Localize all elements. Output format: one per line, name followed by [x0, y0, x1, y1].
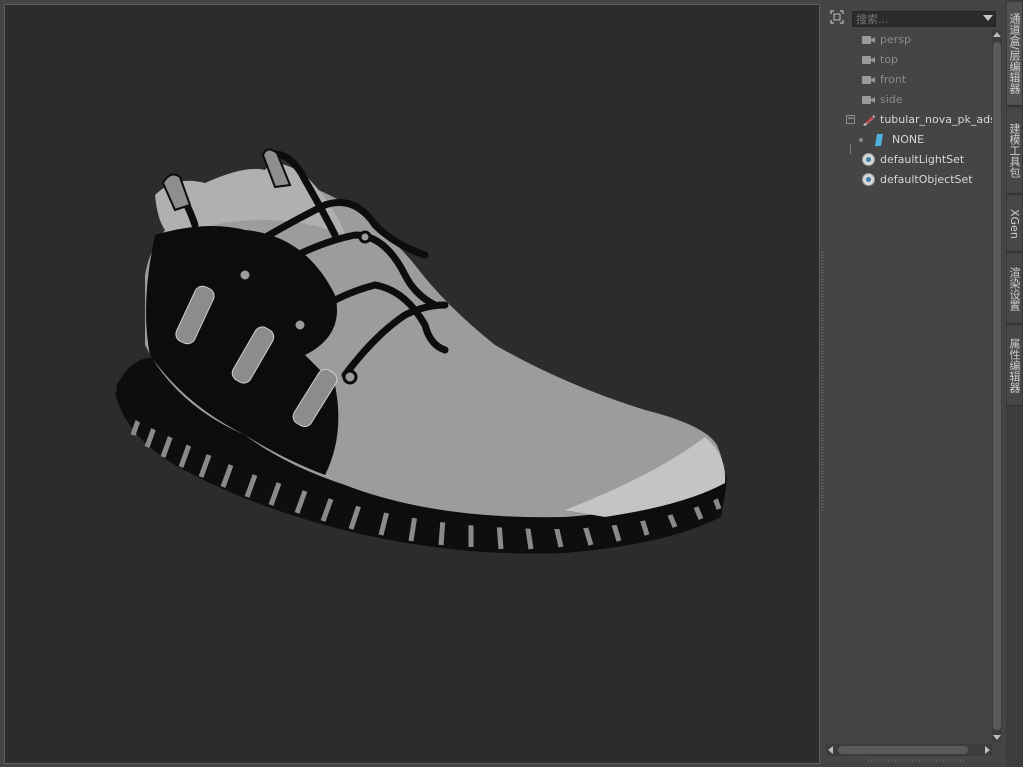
horizontal-scrollbar[interactable]: [826, 744, 992, 756]
tree-node-dot: [859, 138, 863, 142]
outliner-item-top[interactable]: top: [826, 50, 992, 70]
outliner-panel: persp top front side − tubular_nova_pk_a…: [826, 4, 1004, 763]
search-dropdown-icon[interactable]: [983, 15, 993, 21]
3d-viewport[interactable]: [4, 4, 820, 764]
search-input[interactable]: [852, 11, 996, 27]
outliner-item-label: defaultObjectSet: [880, 173, 973, 186]
outliner-item-label: front: [880, 73, 907, 86]
scroll-left-icon[interactable]: [828, 746, 833, 754]
object-set-icon: [862, 173, 875, 186]
outliner-item-label: NONE: [892, 133, 925, 146]
object-set-icon: [862, 153, 875, 166]
panel-splitter[interactable]: [821, 250, 824, 510]
outliner-item-label: top: [880, 53, 899, 66]
outliner-item-front[interactable]: front: [826, 70, 992, 90]
outliner-item-side[interactable]: side: [826, 90, 992, 110]
outliner-tree: persp top front side − tubular_nova_pk_a…: [826, 30, 996, 730]
vertical-scrollbar[interactable]: [992, 30, 1002, 742]
camera-icon: [862, 96, 875, 104]
outliner-item-default-object-set[interactable]: defaultObjectSet: [826, 170, 992, 190]
collapse-toggle-icon[interactable]: −: [846, 115, 855, 124]
camera-icon: [862, 36, 875, 44]
camera-icon: [862, 76, 875, 84]
shoe-model[interactable]: [5, 5, 819, 763]
scroll-right-icon[interactable]: [985, 746, 990, 754]
outliner-item-default-light-set[interactable]: defaultLightSet: [826, 150, 992, 170]
tab-modeling-toolkit[interactable]: 建模工具包: [1007, 108, 1022, 194]
outliner-item-tubular-nova[interactable]: − tubular_nova_pk_ads: [826, 110, 996, 130]
outliner-filter-icon[interactable]: [830, 10, 844, 24]
outliner-item-persp[interactable]: persp: [826, 30, 992, 50]
scroll-thumb[interactable]: [838, 746, 968, 754]
tab-channel-box[interactable]: 通道盒/层编辑器: [1007, 2, 1022, 106]
tab-xgen[interactable]: XGen: [1007, 196, 1022, 252]
scroll-thumb[interactable]: [993, 42, 1001, 730]
outliner-item-label: side: [880, 93, 903, 106]
tab-render-settings[interactable]: 渲染设置: [1007, 254, 1022, 324]
tab-attribute-editor[interactable]: 属性编辑器: [1007, 326, 1022, 406]
outliner-item-label: tubular_nova_pk_ads: [880, 113, 996, 126]
outliner-item-label: defaultLightSet: [880, 153, 965, 166]
mesh-transform-icon: [863, 115, 875, 126]
outliner-item-none[interactable]: NONE: [826, 130, 992, 154]
outliner-item-label: persp: [880, 33, 911, 46]
side-tab-strip: 通道盒/层编辑器 建模工具包 XGen 渲染设置 属性编辑器: [1006, 0, 1023, 767]
panel-splitter-horizontal[interactable]: [866, 759, 966, 762]
scroll-up-icon[interactable]: [993, 32, 1001, 37]
shape-node-icon: [875, 134, 883, 146]
scroll-down-icon[interactable]: [993, 735, 1001, 740]
camera-icon: [862, 56, 875, 64]
outliner-toolbar: [826, 4, 1004, 30]
